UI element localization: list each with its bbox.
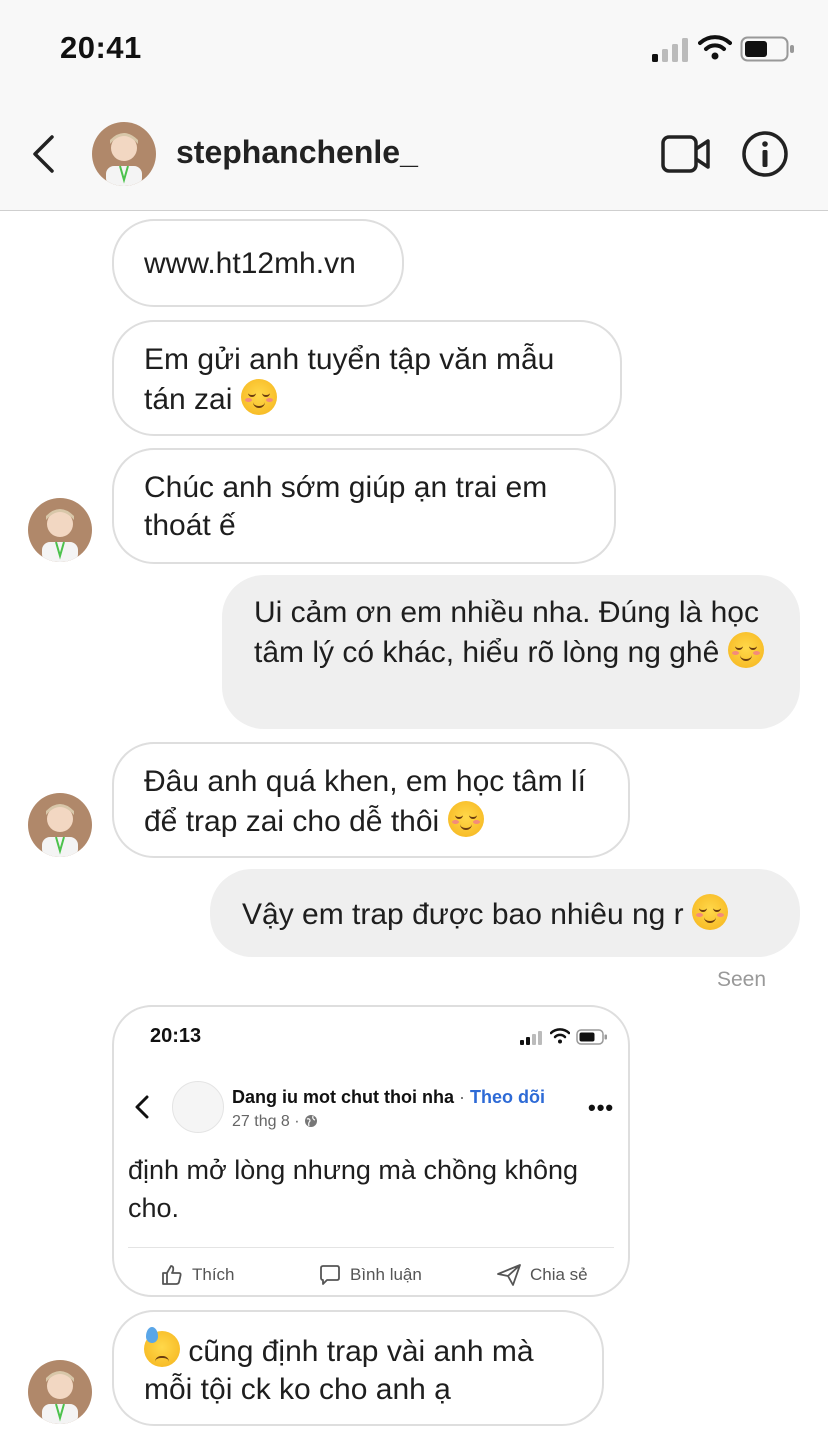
- info-icon[interactable]: [741, 130, 789, 178]
- comment-icon: [320, 1265, 340, 1285]
- comment-label: Bình luận: [350, 1265, 422, 1284]
- seen-indicator: Seen: [716, 968, 766, 991]
- incoming-message[interactable]: Đâu anh quá khen, em học tâm lí để trap …: [112, 742, 630, 858]
- page-name: Dang iu mot chut thoi nha · Theo dõi: [232, 1087, 545, 1107]
- divider: [128, 1247, 614, 1248]
- post-text: định mở lòng nhưng mà chồng không cho.: [128, 1155, 579, 1223]
- share-icon: [497, 1264, 521, 1286]
- like-action: Thích: [160, 1263, 235, 1287]
- back-icon: [135, 1095, 149, 1119]
- incoming-message[interactable]: Em gửi anh tuyển tập văn mẫu tán zai: [112, 320, 622, 436]
- incoming-message[interactable]: Chúc anh sớm giúp ạn trai em thoát ế: [112, 448, 616, 564]
- outgoing-message[interactable]: Vậy em trap được bao nhiêu ng r: [210, 869, 800, 957]
- globe-icon: [305, 1115, 318, 1127]
- avatar[interactable]: [28, 498, 92, 562]
- message-text: www.ht12mh.vn: [144, 247, 356, 280]
- relieved-smile-emoji-icon: [240, 379, 277, 415]
- share-label: Chia sẻ: [530, 1265, 588, 1284]
- thumbs-up-icon: [162, 1265, 182, 1285]
- message-text: Em gửi anh tuyển tập văn mẫu tán zai: [144, 343, 555, 416]
- video-call-icon[interactable]: [660, 134, 712, 174]
- share-action: Chia sẻ: [496, 1263, 588, 1287]
- relieved-smile-emoji-icon: [447, 801, 484, 837]
- wifi-icon: [698, 35, 732, 60]
- comment-action: Bình luận: [318, 1263, 422, 1287]
- chat-header: stephanchenle_: [0, 100, 828, 211]
- status-time: 20:41: [60, 30, 142, 65]
- page-avatar: [172, 1081, 224, 1133]
- wifi-icon: [550, 1028, 570, 1044]
- shared-status-time: 20:13: [150, 1025, 202, 1047]
- message-text: Chúc anh sớm giúp ạn trai em thoát ế: [144, 471, 548, 542]
- follow-link: Theo dõi: [469, 1087, 545, 1107]
- status-bar: 20:41: [0, 0, 828, 100]
- like-label: Thích: [192, 1265, 235, 1284]
- avatar[interactable]: [28, 793, 92, 857]
- sweat-emoji-icon: [144, 1327, 180, 1367]
- message-text: Ui cảm ơn em nhiều nha. Đúng là học tâm …: [254, 596, 759, 669]
- cellular-signal-icon: [520, 1031, 542, 1045]
- incoming-message[interactable]: cũng định trap vài anh mà mỗi tội ck ko …: [112, 1310, 604, 1426]
- back-icon[interactable]: [30, 134, 56, 174]
- avatar[interactable]: [92, 122, 156, 186]
- relieved-smile-emoji-icon: [692, 894, 729, 930]
- cellular-signal-icon: [652, 38, 688, 62]
- post-meta: 27 thg 8 ·: [232, 1113, 318, 1131]
- outgoing-message[interactable]: Ui cảm ơn em nhiều nha. Đúng là học tâm …: [222, 575, 800, 729]
- incoming-message[interactable]: www.ht12mh.vn: [112, 219, 404, 307]
- relieved-smile-emoji-icon: [727, 632, 764, 668]
- message-text: Vậy em trap được bao nhiêu ng r: [242, 898, 684, 931]
- more-options-icon: •••: [588, 1095, 615, 1120]
- battery-icon: [740, 36, 794, 62]
- message-text: Đâu anh quá khen, em học tâm lí để trap …: [144, 765, 586, 838]
- message-text: cũng định trap vài anh mà mỗi tội ck ko …: [144, 1335, 534, 1406]
- shared-image-message[interactable]: 20:13 Dang iu mot chut thoi nha · Theo d…: [112, 1005, 630, 1297]
- battery-icon: [576, 1029, 607, 1045]
- chat-username[interactable]: stephanchenle_: [176, 134, 418, 171]
- avatar[interactable]: [28, 1360, 92, 1424]
